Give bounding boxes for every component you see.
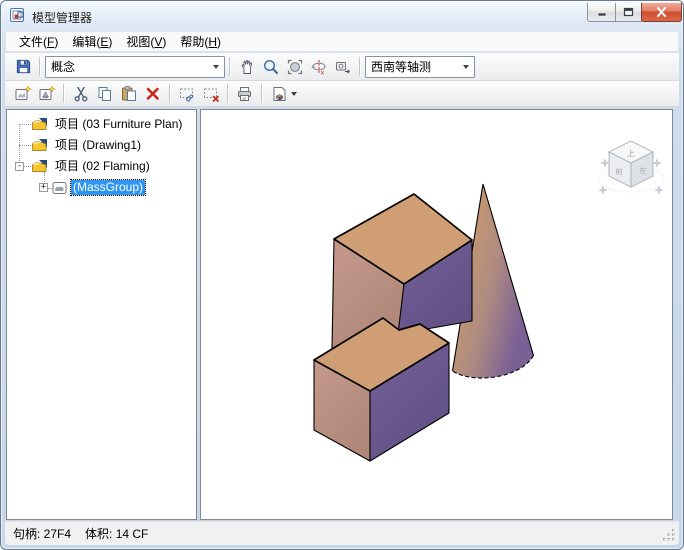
export-dropdown-arrow[interactable]: [291, 91, 297, 96]
close-button[interactable]: [641, 3, 682, 22]
model-viewport[interactable]: 上 前 左: [200, 109, 673, 520]
pan-button[interactable]: [235, 56, 259, 78]
orbit-icon: x: [311, 59, 326, 76]
zoom-extents-icon: [287, 59, 303, 74]
adjust-view-button[interactable]: [331, 56, 355, 78]
project-tree-panel[interactable]: 项目 (03 Furniture Plan) 项目 (Drawing1) - 项…: [6, 109, 197, 520]
tree-row[interactable]: 项目 (Drawing1): [31, 137, 143, 154]
toolbar-separator: [227, 84, 229, 103]
paste-icon: [122, 85, 136, 101]
secondary-toolbar: [5, 81, 679, 107]
chevron-down-icon: [463, 64, 469, 69]
svg-text:x: x: [321, 68, 325, 76]
new-mass-element-icon: [39, 84, 56, 100]
delete-icon: [146, 87, 159, 100]
status-volume: 体积: 14 CF: [85, 527, 149, 541]
zoom-button[interactable]: [259, 56, 283, 78]
mass-element-tall-box[interactable]: [331, 193, 473, 351]
maximize-icon: [623, 7, 634, 17]
constrained-orbit-button[interactable]: x: [307, 56, 331, 78]
zoom-magnifier-icon: [263, 59, 279, 74]
mass-group-icon: [52, 181, 67, 194]
tree-row[interactable]: 项目 (02 Flaming): [31, 158, 152, 175]
chevron-down-icon: [213, 64, 219, 69]
detach-elements-button[interactable]: [199, 83, 223, 105]
viewcube[interactable]: 上 前 左: [597, 140, 665, 195]
attach-elements-icon: [179, 88, 193, 101]
toolbar-separator: [359, 57, 361, 76]
minimize-icon: [597, 12, 606, 16]
visual-style-dropdown-arrow[interactable]: [208, 57, 224, 77]
save-icon: [16, 59, 30, 74]
detach-elements-icon: [203, 88, 219, 102]
toolbar-separator: [39, 57, 41, 76]
menu-bar: 文件(F) 编辑(E) 视图(V) 帮助(H): [5, 31, 679, 52]
status-handle: 句柄: 27F4: [13, 527, 72, 541]
cut-scissors-icon: [74, 86, 88, 101]
toolbar-separator: [169, 84, 171, 103]
viewport-canvas: 上 前 左: [313, 140, 665, 462]
tree-item-label: 项目 (03 Furniture Plan): [55, 117, 183, 131]
visual-style-combo[interactable]: 概念: [45, 55, 225, 78]
render-settings-button[interactable]: [233, 83, 257, 105]
cut-button[interactable]: [69, 83, 93, 105]
attach-elements-button[interactable]: [175, 83, 199, 105]
primary-toolbar: 概念 x 西南等轴测: [5, 53, 679, 81]
view-direction-dropdown-arrow[interactable]: [458, 57, 474, 77]
menu-view[interactable]: 视图(V): [119, 31, 173, 52]
viewcube-top-label: 上: [627, 149, 635, 158]
tree-expand-toggle[interactable]: +: [39, 183, 48, 192]
tree-collapse-toggle[interactable]: -: [15, 162, 24, 171]
render-settings-icon: [238, 86, 251, 101]
paste-button[interactable]: [117, 83, 141, 105]
app-icon: [10, 8, 24, 22]
project-icon: [32, 139, 47, 151]
view-direction-value: 西南等轴测: [371, 60, 432, 74]
maximize-button[interactable]: [615, 3, 642, 22]
tree-item-label-selected: (MassGroup): [69, 179, 147, 196]
minimize-button[interactable]: [587, 3, 616, 22]
tree-item-label: 项目 (02 Flaming): [55, 159, 150, 173]
save-button[interactable]: [11, 56, 35, 78]
status-bar: 句柄: 27F4 体积: 14 CF: [5, 521, 679, 545]
tree-connector: [19, 124, 31, 125]
close-icon: [657, 7, 666, 17]
window: 模型管理器 文件(F) 编辑(E) 视图(V) 帮助(H) 概念 x 西南等轴测…: [0, 0, 684, 550]
project-icon: [32, 118, 47, 130]
viewcube-right-label: 左: [639, 165, 647, 175]
viewcube-left-label: 前: [615, 166, 623, 176]
title-bar[interactable]: 模型管理器: [1, 1, 683, 30]
tree-item-label: 项目 (Drawing1): [55, 138, 142, 152]
tree-connector: [24, 166, 31, 167]
toolbar-separator: [63, 84, 65, 103]
view-direction-combo[interactable]: 西南等轴测: [365, 55, 475, 78]
delete-button[interactable]: [141, 83, 165, 105]
visual-style-value: 概念: [51, 60, 76, 74]
menu-edit[interactable]: 编辑(E): [65, 31, 119, 52]
adjust-view-icon: [336, 61, 350, 74]
export-model-icon: [273, 86, 286, 101]
new-mass-element-button[interactable]: [35, 83, 59, 105]
toolbar-separator: [261, 84, 263, 103]
export-model-button[interactable]: [267, 83, 301, 105]
new-mass-group-button[interactable]: [11, 83, 35, 105]
window-title: 模型管理器: [32, 11, 93, 25]
zoom-extents-button[interactable]: [283, 56, 307, 78]
tree-row[interactable]: 项目 (03 Furniture Plan): [31, 116, 184, 133]
tree-connector: [19, 145, 31, 146]
copy-icon: [98, 86, 111, 101]
pan-hand-icon: [241, 59, 253, 74]
new-mass-group-icon: [15, 84, 32, 100]
menu-file[interactable]: 文件(F): [12, 31, 65, 52]
resize-grip-icon[interactable]: [662, 528, 676, 542]
tree-row-selected[interactable]: (MassGroup): [52, 179, 147, 196]
copy-button[interactable]: [93, 83, 117, 105]
project-icon: [32, 160, 47, 172]
toolbar-separator: [229, 57, 231, 76]
menu-help[interactable]: 帮助(H): [173, 31, 228, 52]
